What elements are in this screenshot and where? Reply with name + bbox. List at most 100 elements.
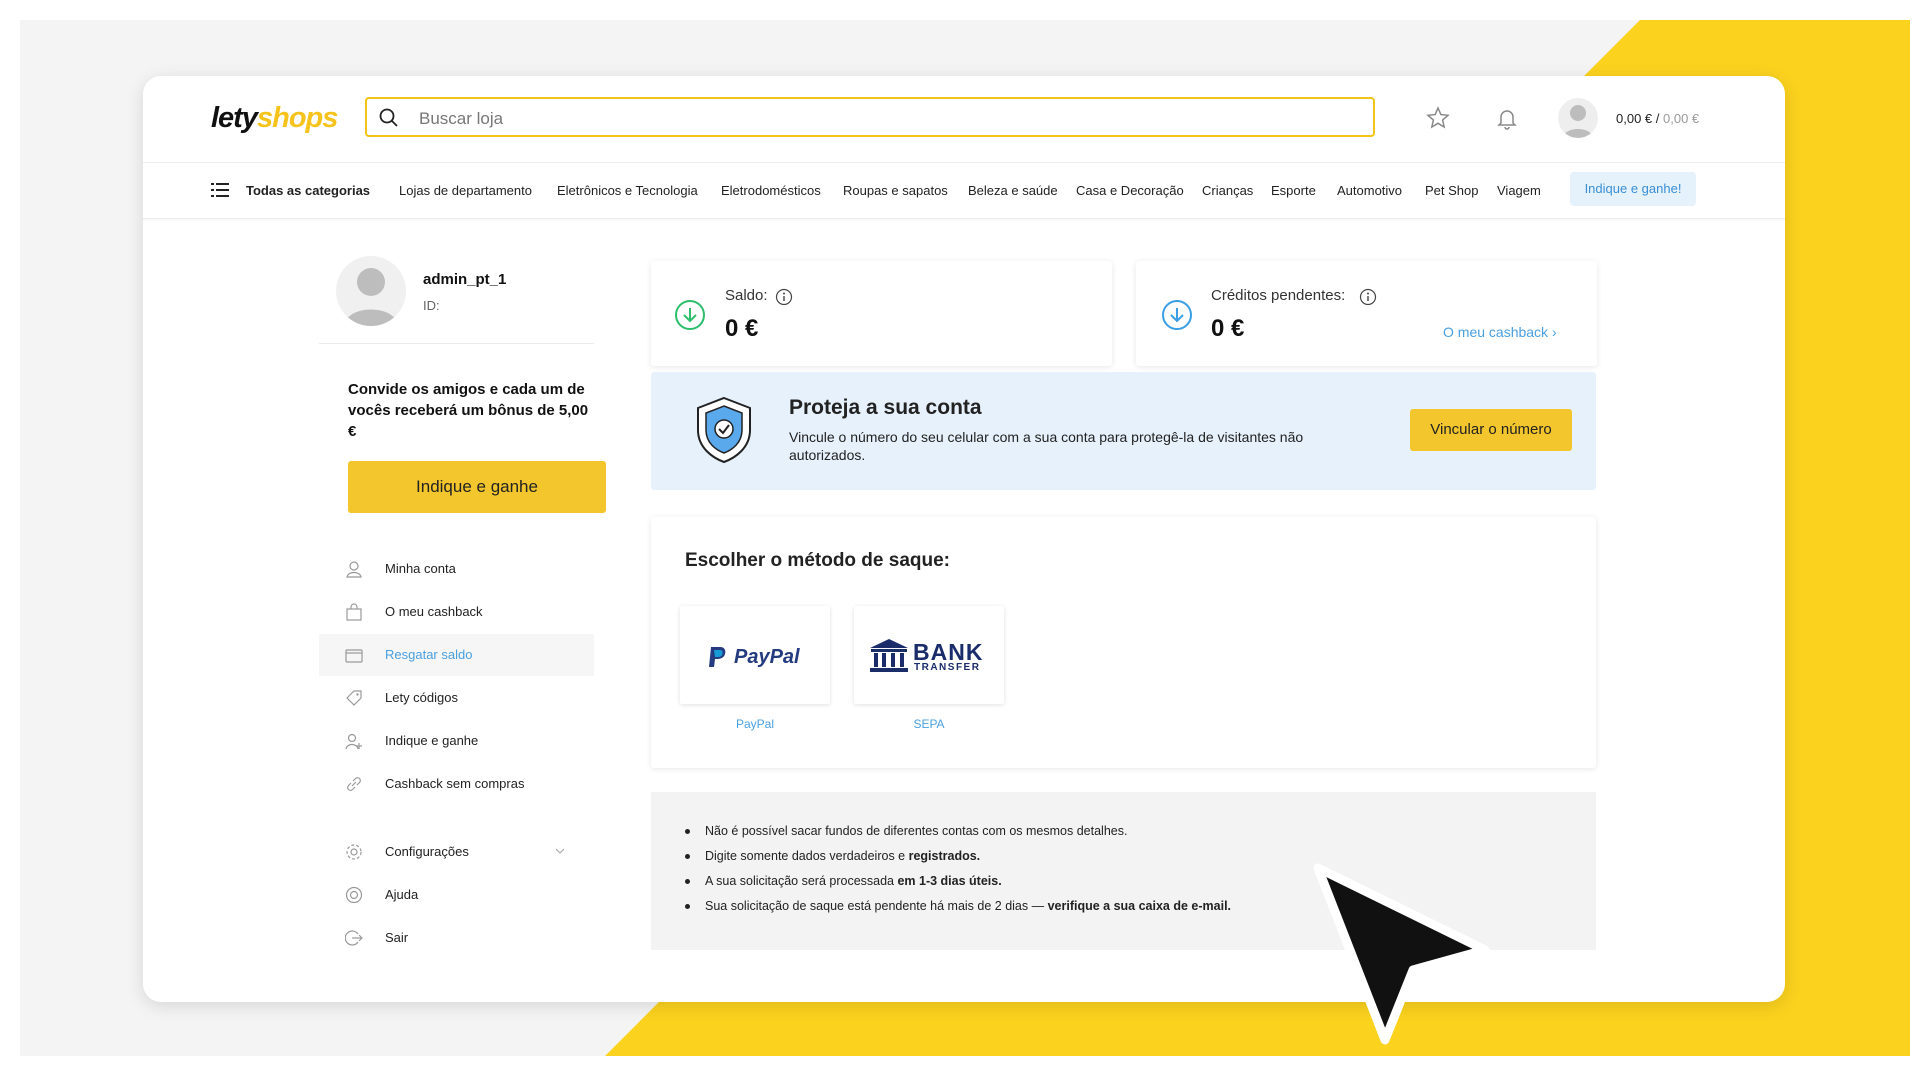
user-id: ID: xyxy=(423,298,440,313)
sepa-label[interactable]: SEPA xyxy=(854,717,1004,731)
sidebar-item-help[interactable]: Ajuda xyxy=(319,874,594,916)
add-user-icon xyxy=(345,733,362,750)
sidebar-item-label: Minha conta xyxy=(385,561,456,576)
info-icon[interactable] xyxy=(775,288,793,306)
note-text: A sua solicitação será processada xyxy=(705,874,898,888)
sidebar-item-label: Indique e ganhe xyxy=(385,733,479,748)
nav-all-categories[interactable]: Todas as categorias xyxy=(246,183,370,198)
protect-title: Proteja a sua conta xyxy=(789,396,982,419)
user-icon xyxy=(346,561,362,578)
help-lifebuoy-icon xyxy=(345,886,363,904)
header-balance-value: 0,00 € xyxy=(1616,111,1653,126)
search-icon xyxy=(379,108,398,127)
bank-building-icon xyxy=(870,639,908,672)
chevron-right-icon: › xyxy=(1551,324,1557,340)
logo[interactable]: letyshops xyxy=(211,102,338,135)
note-bold: em 1-3 dias úteis. xyxy=(897,874,1002,888)
tag-icon xyxy=(346,690,362,706)
search-box[interactable] xyxy=(365,97,1375,137)
sidebar-item-my-account[interactable]: Minha conta xyxy=(319,548,594,590)
pending-value: 0 € xyxy=(1211,315,1245,342)
screenshot-frame: letyshops 0,00 € / 0,00 € Todas as categ… xyxy=(20,20,1910,1056)
search-input[interactable] xyxy=(417,105,1321,133)
sidebar-item-lety-codes[interactable]: Lety códigos xyxy=(319,677,594,719)
nav-item-electronics[interactable]: Eletrônicos e Tecnologia xyxy=(557,183,698,198)
favorites-star-icon[interactable] xyxy=(1426,106,1450,130)
header-balance[interactable]: 0,00 € / 0,00 € xyxy=(1616,111,1699,126)
mouse-pointer-icon xyxy=(1313,863,1490,1045)
paypal-logo-icon xyxy=(709,647,726,667)
nav-item-travel[interactable]: Viagem xyxy=(1497,183,1541,198)
sidebar-item-redeem-balance[interactable]: Resgatar saldo xyxy=(319,634,594,676)
nav-item-automotive[interactable]: Automotivo xyxy=(1337,183,1402,198)
invite-description: Convide os amigos e cada um de vocês rec… xyxy=(348,381,589,440)
nav-item-home[interactable]: Casa e Decoração xyxy=(1076,183,1184,198)
info-icon[interactable] xyxy=(1359,288,1377,306)
note-text: Digite somente dados verdadeiros e xyxy=(705,849,909,863)
shopping-bag-icon xyxy=(346,603,362,621)
wallet-icon xyxy=(345,649,363,663)
sidebar-item-label: Sair xyxy=(385,930,409,945)
list-item: A sua solicitação será processada em 1-3… xyxy=(681,872,1231,897)
paypal-logo-text: PayPal xyxy=(734,646,800,668)
nav-item-appliances[interactable]: Eletrodomésticos xyxy=(721,183,821,198)
list-item: Digite somente dados verdadeiros e regis… xyxy=(681,847,1231,872)
link-phone-button[interactable]: Vincular o número xyxy=(1410,409,1572,451)
paypal-label[interactable]: PayPal xyxy=(680,717,830,731)
sepa-bank-transfer-tile[interactable]: BANK TRANSFER xyxy=(854,606,1004,704)
arrow-down-circle-icon xyxy=(1162,300,1192,330)
notes-list: Não é possível sacar fundos de diferente… xyxy=(681,822,1231,922)
sidebar-divider xyxy=(319,343,594,344)
sidebar-item-cashback-no-purchase[interactable]: Cashback sem compras xyxy=(319,763,594,805)
chevron-down-icon xyxy=(555,848,565,854)
profile-avatar[interactable] xyxy=(336,256,406,326)
pending-label: Créditos pendentes: xyxy=(1211,287,1346,304)
header: letyshops 0,00 € / 0,00 € xyxy=(143,76,1785,163)
withdraw-title: Escolher o método de saque: xyxy=(685,550,950,571)
bank-logo-line2: TRANSFER xyxy=(914,662,981,673)
logo-part2: shops xyxy=(256,102,338,134)
my-cashback-link-label: O meu cashback xyxy=(1443,324,1549,340)
arrow-down-circle-icon xyxy=(675,300,705,330)
sidebar-item-label: Configurações xyxy=(385,844,469,859)
logout-icon xyxy=(345,930,363,946)
category-nav: Todas as categorias Lojas de departament… xyxy=(143,163,1785,219)
sidebar-item-label: O meu cashback xyxy=(385,604,483,619)
header-pending-value: 0,00 € xyxy=(1663,111,1700,126)
my-cashback-link[interactable]: O meu cashback › xyxy=(1443,324,1557,340)
note-bold: registrados. xyxy=(908,849,981,863)
invite-button[interactable]: Indique e ganhe xyxy=(348,461,606,513)
sidebar-item-logout[interactable]: Sair xyxy=(319,917,594,959)
list-item: Não é possível sacar fundos de diferente… xyxy=(681,822,1231,847)
protect-account-banner: Proteja a sua conta Vincule o número do … xyxy=(651,372,1596,490)
nav-item-clothes[interactable]: Roupas e sapatos xyxy=(843,183,948,198)
sidebar-item-my-cashback[interactable]: O meu cashback xyxy=(319,591,594,633)
sidebar-item-label: Lety códigos xyxy=(385,690,458,705)
sidebar-item-label: Cashback sem compras xyxy=(385,776,525,791)
paypal-tile[interactable]: PayPal xyxy=(680,606,830,704)
gear-icon xyxy=(346,844,362,860)
nav-item-sport[interactable]: Esporte xyxy=(1271,183,1316,198)
browser-card: letyshops 0,00 € / 0,00 € Todas as categ… xyxy=(143,76,1785,1002)
pending-credits-card: Créditos pendentes: 0 € O meu cashback › xyxy=(1136,261,1597,366)
username: admin_pt_1 xyxy=(423,271,507,288)
nav-item-petshop[interactable]: Pet Shop xyxy=(1425,183,1479,198)
nav-item-department[interactable]: Lojas de departamento xyxy=(399,183,532,198)
nav-item-beauty[interactable]: Beleza e saúde xyxy=(968,183,1058,198)
list-item: Sua solicitação de saque está pendente h… xyxy=(681,897,1231,922)
nav-invite-button[interactable]: Indique e ganhe! xyxy=(1570,172,1696,206)
nav-item-kids[interactable]: Crianças xyxy=(1202,183,1253,198)
menu-list-icon[interactable] xyxy=(211,183,229,197)
link-icon xyxy=(347,777,361,791)
notifications-bell-icon[interactable] xyxy=(1495,106,1519,130)
avatar-silhouette-icon xyxy=(1563,105,1593,138)
user-avatar[interactable] xyxy=(1558,98,1598,138)
balance-label: Saldo: xyxy=(725,287,768,304)
sidebar-item-label: Resgatar saldo xyxy=(385,647,473,662)
sidebar-item-refer-and-earn[interactable]: Indique e ganhe xyxy=(319,720,594,762)
note-text: Sua solicitação de saque está pendente h… xyxy=(705,899,1048,913)
balance-separator: / xyxy=(1652,111,1663,126)
sidebar-item-settings[interactable]: Configurações xyxy=(319,831,594,873)
profile-silhouette-icon xyxy=(344,268,398,326)
protect-description: Vincule o número do seu celular com a su… xyxy=(789,429,1304,463)
